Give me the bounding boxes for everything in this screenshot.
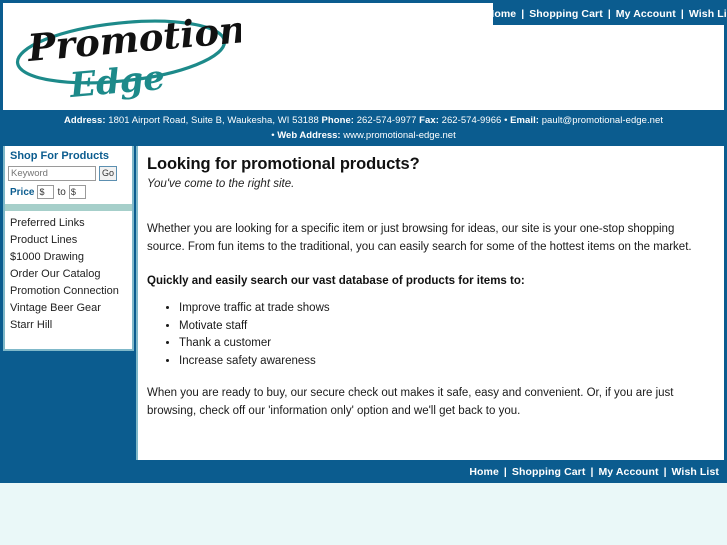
list-item: Thank a customer <box>179 335 710 353</box>
price-label: Price <box>10 186 35 198</box>
web-label: Web Address: <box>277 130 341 141</box>
topnav-item-home[interactable]: Home <box>487 8 517 20</box>
price-to-label: to <box>57 186 66 198</box>
footernav-item-home[interactable]: Home <box>469 466 499 478</box>
topnav-item-shopping-cart[interactable]: Shopping Cart <box>529 8 603 20</box>
search-go-button[interactable]: Go <box>99 166 117 181</box>
contact-line-web: • Web Address: www.promotional-edge.net <box>0 128 727 143</box>
intro-paragraph: Whether you are looking for a specific i… <box>147 223 692 253</box>
email-label: Email: <box>510 115 539 126</box>
sidebar: Shop For Products Go Price to Preferred … <box>3 146 134 351</box>
page-title: Looking for promotional products? <box>147 155 420 173</box>
sidebar-item-1000-drawing[interactable]: $1000 Drawing <box>10 249 132 266</box>
topnav-item-wish-list[interactable]: Wish List <box>689 8 727 20</box>
page-subtitle: You've come to the right site. <box>147 178 295 190</box>
logo-graphic: Promotional Edge <box>15 9 241 106</box>
footernav-separator: | <box>503 465 507 478</box>
footernav-separator: | <box>663 465 667 478</box>
logo-word-edge: Edge <box>67 58 166 106</box>
footernav-item-my-account[interactable]: My Account <box>598 466 658 478</box>
list-item: Increase safety awareness <box>179 353 710 371</box>
sidebar-item-order-our-catalog[interactable]: Order Our Catalog <box>10 266 132 283</box>
sidebar-item-product-lines[interactable]: Product Lines <box>10 232 132 249</box>
footernav-separator: | <box>590 465 594 478</box>
list-item: Motivate staff <box>179 318 710 336</box>
contact-line-primary: Address: 1801 Airport Road, Suite B, Wau… <box>0 113 727 128</box>
page-root: Promotional Edge Home | Shopping Cart | … <box>0 0 727 545</box>
address-value: 1801 Airport Road, Suite B, Waukesha, WI… <box>108 115 319 126</box>
fax-value: 262-574-9966 <box>441 115 502 126</box>
fax-label: Fax: <box>419 115 439 126</box>
main-content: Looking for promotional products? You've… <box>136 146 724 460</box>
topnav-separator: | <box>680 8 684 20</box>
sidebar-item-promotion-connection[interactable]: Promotion Connection <box>10 283 132 300</box>
site-logo[interactable]: Promotional Edge <box>11 9 241 107</box>
top-navigation: Home | Shopping Cart | My Account | Wish… <box>487 3 727 25</box>
list-item: Improve traffic at trade shows <box>179 300 710 318</box>
sidebar-item-preferred-links[interactable]: Preferred Links <box>10 215 132 232</box>
phone-label: Phone: <box>321 115 354 126</box>
web-value[interactable]: www.promotional-edge.net <box>343 130 455 141</box>
sidebar-item-starr-hill[interactable]: Starr Hill <box>10 317 132 334</box>
email-value[interactable]: pault@promotional-edge.net <box>542 115 663 126</box>
benefits-list: Improve traffic at trade shows Motivate … <box>147 300 710 370</box>
topnav-separator: | <box>607 8 611 20</box>
search-lead-text: Quickly and easily search our vast datab… <box>147 275 525 287</box>
contact-bar: Address: 1801 Airport Road, Suite B, Wau… <box>0 110 727 146</box>
address-label: Address: <box>63 115 106 126</box>
topnav-separator: | <box>521 8 525 20</box>
search-input[interactable] <box>8 166 96 181</box>
bullet-separator: • <box>504 115 508 126</box>
sidebar-divider <box>5 204 132 211</box>
footernav-item-wish-list[interactable]: Wish List <box>672 466 719 478</box>
page-bottom-area <box>0 483 727 545</box>
sidebar-nav-list: Preferred Links Product Lines $1000 Draw… <box>5 211 132 334</box>
topnav-item-my-account[interactable]: My Account <box>616 8 676 20</box>
sidebar-item-vintage-beer-gear[interactable]: Vintage Beer Gear <box>10 300 132 317</box>
phone-value: 262-574-9977 <box>356 115 417 126</box>
sidebar-search-form: Go <box>5 166 132 181</box>
site-header: Promotional Edge Home | Shopping Cart | … <box>0 0 727 110</box>
footernav-item-shopping-cart[interactable]: Shopping Cart <box>512 466 586 478</box>
body-wrapper: Shop For Products Go Price to Preferred … <box>0 146 727 460</box>
sidebar-title: Shop For Products <box>10 150 109 162</box>
sidebar-price-filter: Price to <box>5 181 132 203</box>
price-max-input[interactable] <box>68 185 86 199</box>
price-min-input[interactable] <box>37 185 55 199</box>
bullet-separator: • <box>271 130 275 141</box>
closing-paragraph: When you are ready to buy, our secure ch… <box>147 387 674 417</box>
footer-navigation: Home | Shopping Cart | My Account | Wish… <box>0 460 727 483</box>
